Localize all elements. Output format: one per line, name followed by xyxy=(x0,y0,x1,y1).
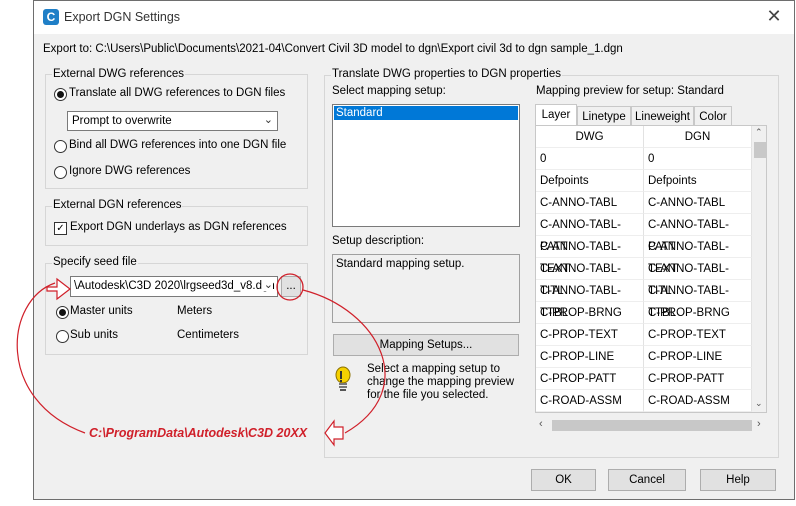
path-arrow-icon xyxy=(324,419,344,447)
seed-path-annotation: C:\ProgramData\Autodesk\C3D 20XX xyxy=(89,426,308,440)
highlight-circle-icon xyxy=(276,273,304,301)
annotation-curve-left xyxy=(16,282,86,434)
seed-arrow-icon xyxy=(46,277,71,301)
annotation-curve-right xyxy=(302,289,386,434)
